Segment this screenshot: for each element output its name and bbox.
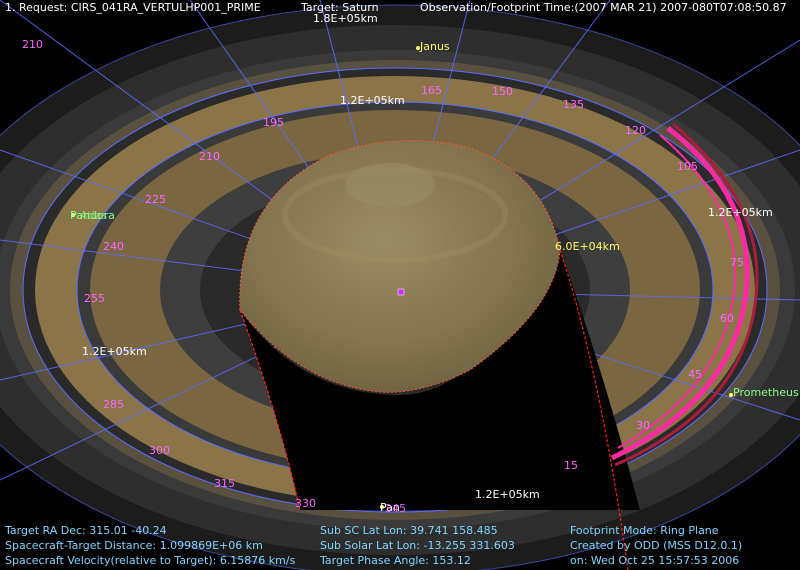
longitude-label-45: 45 [688, 368, 702, 381]
request-label: 1. Request: CIRS_041RA_VERTULHP001_PRIME [5, 1, 261, 14]
moon-label-prometheus: Prometheus [733, 386, 799, 399]
target-ra-dec: Target RA Dec: 315.01 -40.24 [5, 524, 167, 537]
longitude-label-75: 75 [730, 256, 744, 269]
distance-label-1: 1.8E+05km [313, 12, 378, 25]
spacecraft-velocity: Spacecraft Velocity(relative to Target):… [5, 554, 296, 567]
longitude-label-105: 105 [677, 160, 698, 173]
longitude-label-315: 315 [214, 477, 235, 490]
longitude-label-30: 30 [636, 419, 650, 432]
longitude-label-285: 285 [103, 398, 124, 411]
distance-label-3: 1.2E+05km [708, 206, 773, 219]
longitude-label-195: 195 [263, 116, 284, 129]
sub-spacecraft-marker [397, 288, 405, 296]
sub-sc-lat-lon: Sub SC Lat Lon: 39.741 158.485 [320, 524, 498, 537]
longitude-label-210: 210 [199, 150, 220, 163]
longitude-label-300: 300 [149, 444, 170, 457]
moon-label-janus: Janus [420, 40, 450, 53]
longitude-label-210-top: 210 [22, 38, 43, 51]
created-on: on: Wed Oct 25 15:57:53 2006 [570, 554, 740, 567]
created-by: Created by ODD (MSS D12.0.1) [570, 539, 743, 552]
longitude-label-330: 330 [295, 497, 316, 510]
longitude-label-165: 165 [421, 84, 442, 97]
distance-label-5: 1.2E+05km [82, 345, 147, 358]
longitude-label-345: 345 [385, 502, 406, 515]
polar-region [345, 163, 435, 207]
longitude-label-255: 255 [84, 292, 105, 305]
longitude-label-15: 15 [564, 459, 578, 472]
footprint-mode: Footprint Mode: Ring Plane [570, 524, 719, 537]
longitude-label-135: 135 [563, 98, 584, 111]
observation-view: 1. Request: CIRS_041RA_VERTULHP001_PRIME… [0, 0, 800, 570]
moon-label-atlas: Atlas [80, 209, 108, 222]
target-phase-angle: Target Phase Angle: 153.12 [320, 554, 471, 567]
longitude-label-240: 240 [103, 240, 124, 253]
longitude-label-120: 120 [625, 124, 646, 137]
spacecraft-distance: Spacecraft-Target Distance: 1.099869E+06… [5, 539, 263, 552]
longitude-label-225: 225 [145, 193, 166, 206]
sub-solar-lat-lon: Sub Solar Lat Lon: -13.255 331.603 [320, 539, 515, 552]
distance-label-4: 6.0E+04km [555, 240, 620, 253]
scene-graphic [0, 0, 800, 570]
observation-time-label: Observation/Footprint Time:(2007 MAR 21)… [420, 1, 787, 14]
longitude-label-150: 150 [492, 85, 513, 98]
distance-label-2: 1.2E+05km [340, 94, 405, 107]
longitude-label-60: 60 [720, 312, 734, 325]
distance-label-6: 1.2E+05km [475, 488, 540, 501]
